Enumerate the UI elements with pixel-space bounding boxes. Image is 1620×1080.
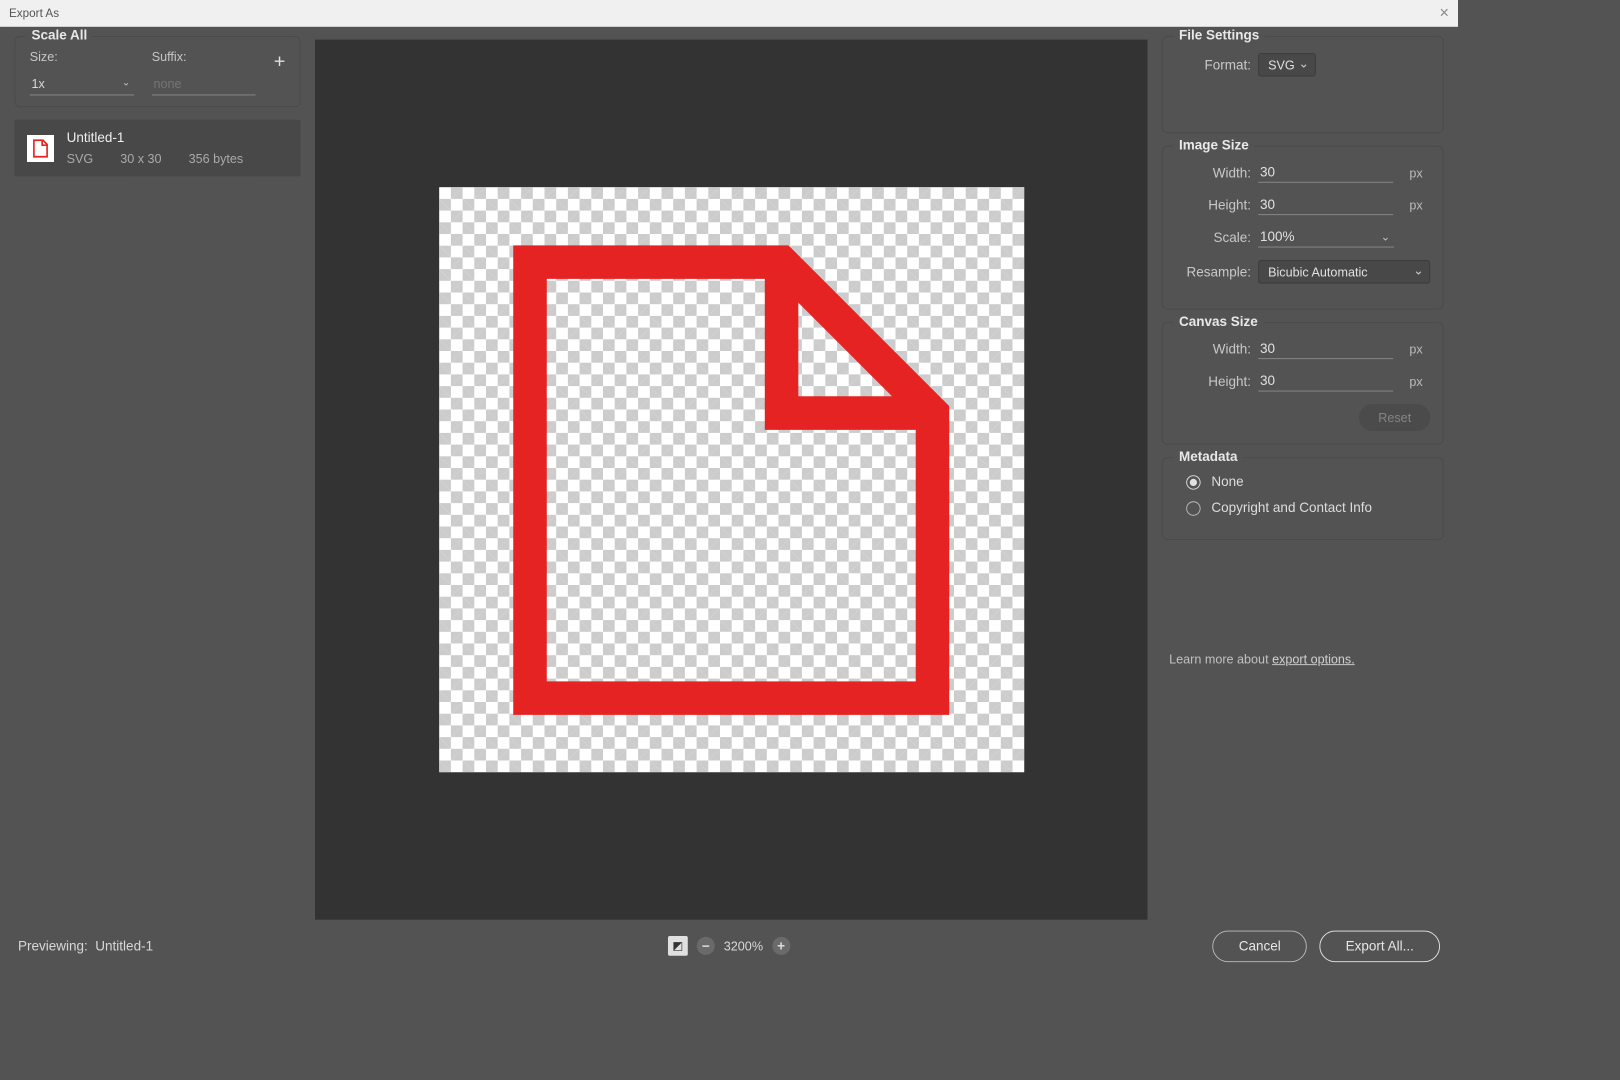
file-settings-section: File Settings Format: SVG bbox=[1162, 36, 1444, 133]
asset-filesize: 356 bytes bbox=[189, 151, 244, 165]
file-settings-title: File Settings bbox=[1174, 28, 1265, 43]
resample-label: Resample: bbox=[1175, 264, 1251, 279]
help-text: Learn more about export options. bbox=[1153, 652, 1453, 666]
chevron-down-icon: ⌄ bbox=[1381, 230, 1391, 244]
scale-label: Scale: bbox=[1175, 230, 1251, 245]
format-label: Format: bbox=[1175, 57, 1251, 72]
canvas-width-input[interactable] bbox=[1258, 339, 1393, 359]
document-icon bbox=[480, 228, 983, 731]
export-all-button[interactable]: Export All... bbox=[1320, 930, 1440, 962]
asset-dimensions: 30 x 30 bbox=[120, 151, 161, 165]
add-size-button[interactable]: + bbox=[274, 50, 286, 73]
radio-icon bbox=[1186, 501, 1200, 515]
radio-icon bbox=[1186, 475, 1200, 489]
close-icon[interactable]: × bbox=[1440, 4, 1449, 23]
zoom-out-button[interactable]: − bbox=[697, 937, 715, 955]
zoom-in-button[interactable]: + bbox=[772, 937, 790, 955]
window-title: Export As bbox=[9, 6, 59, 20]
canvas-size-section: Canvas Size Width: px Height: px Reset bbox=[1162, 322, 1444, 444]
canvas-width-label: Width: bbox=[1175, 342, 1251, 357]
asset-name: Untitled-1 bbox=[67, 131, 288, 146]
format-select[interactable]: SVG bbox=[1258, 53, 1315, 76]
height-unit: px bbox=[1409, 198, 1429, 212]
suffix-label: Suffix: bbox=[152, 50, 256, 64]
scale-all-section: Scale All Size: ⌄ Suffix: + bbox=[14, 36, 300, 107]
scale-all-title: Scale All bbox=[26, 28, 93, 43]
size-label: Size: bbox=[30, 50, 134, 64]
export-options-link[interactable]: export options. bbox=[1272, 652, 1355, 666]
canvas-height-input[interactable] bbox=[1258, 372, 1393, 392]
left-panel: Scale All Size: ⌄ Suffix: + bbox=[0, 27, 315, 920]
reset-button[interactable]: Reset bbox=[1359, 404, 1430, 431]
image-size-title: Image Size bbox=[1174, 138, 1255, 153]
width-label: Width: bbox=[1175, 165, 1251, 180]
cancel-button[interactable]: Cancel bbox=[1213, 930, 1307, 962]
footer: Previewing: Untitled-1 ◩ − 3200% + Cance… bbox=[0, 920, 1458, 972]
image-width-input[interactable] bbox=[1258, 163, 1393, 183]
asset-thumbnail bbox=[27, 135, 54, 162]
metadata-radio-none[interactable]: None bbox=[1175, 474, 1430, 489]
zoom-value: 3200% bbox=[724, 939, 763, 953]
scale-input[interactable] bbox=[1258, 228, 1394, 248]
metadata-title: Metadata bbox=[1174, 449, 1243, 464]
previewing-label: Previewing: Untitled-1 bbox=[18, 938, 153, 953]
resample-select[interactable]: Bicubic Automatic bbox=[1258, 260, 1430, 283]
metadata-radio-copyright[interactable]: Copyright and Contact Info bbox=[1175, 500, 1430, 515]
right-panel: File Settings Format: SVG Image Size Wid… bbox=[1148, 27, 1459, 920]
preview-canvas bbox=[439, 187, 1024, 772]
image-size-section: Image Size Width: px Height: px Scale: ⌄ bbox=[1162, 146, 1444, 310]
titlebar: Export As × bbox=[0, 0, 1458, 27]
asset-format: SVG bbox=[67, 151, 94, 165]
image-height-input[interactable] bbox=[1258, 195, 1393, 215]
zoom-controls: ◩ − 3200% + bbox=[668, 936, 790, 956]
asset-list-item[interactable]: Untitled-1 SVG 30 x 30 356 bytes bbox=[14, 120, 300, 177]
toggle-background-icon[interactable]: ◩ bbox=[668, 936, 688, 956]
width-unit: px bbox=[1409, 166, 1429, 180]
canvas-height-label: Height: bbox=[1175, 374, 1251, 389]
preview-panel bbox=[315, 40, 1148, 920]
metadata-section: Metadata None Copyright and Contact Info bbox=[1162, 457, 1444, 540]
size-select[interactable] bbox=[30, 73, 134, 95]
height-label: Height: bbox=[1175, 198, 1251, 213]
canvas-size-title: Canvas Size bbox=[1174, 314, 1264, 329]
suffix-input[interactable] bbox=[152, 73, 256, 95]
chevron-down-icon: ⌄ bbox=[122, 77, 130, 89]
